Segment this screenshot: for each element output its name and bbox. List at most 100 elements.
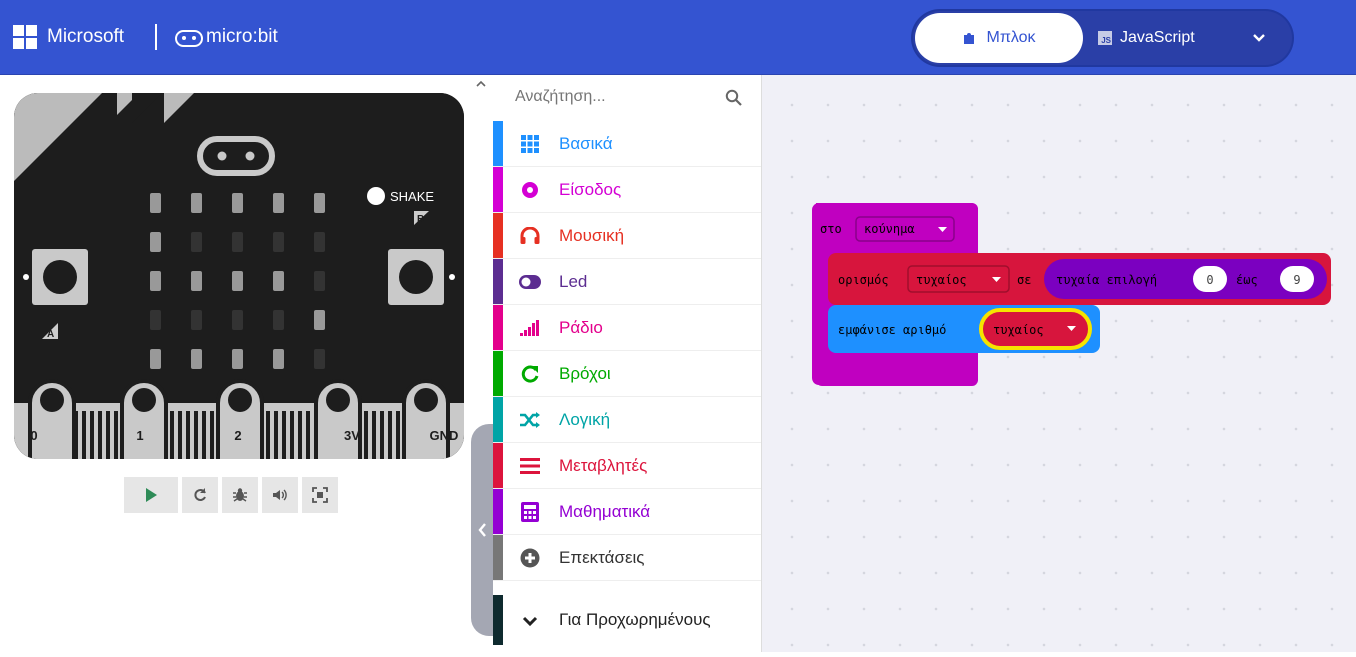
svg-text:έως: έως [1236,273,1258,287]
simulator-panel: SHAKE B A 0 1 2 3V GND [0,75,471,652]
category-input[interactable]: Είσοδος [493,167,761,213]
collapse-simulator-button[interactable] [471,424,493,636]
category-variables[interactable]: Μεταβλητές [493,443,761,489]
puzzle-icon [964,33,975,44]
category-label: Μουσική [559,226,625,245]
javascript-editor-button[interactable]: JS JavaScript [1098,13,1228,63]
fullscreen-icon [312,487,328,503]
advanced-toggle[interactable]: Για Προχωρημένους [493,595,761,645]
debug-button[interactable] [222,477,258,513]
play-button[interactable] [124,477,178,513]
category-loops[interactable]: Βρόχοι [493,351,761,397]
svg-text:κούνημα: κούνημα [864,222,915,236]
category-music[interactable]: Μουσική [493,213,761,259]
chevron-down-icon [519,610,541,632]
plus-icon [519,547,541,569]
javascript-label: JavaScript [1120,29,1195,46]
category-color-bar [493,535,503,580]
category-label: Led [559,272,588,291]
mute-button[interactable] [262,477,298,513]
search-icon[interactable] [725,89,743,107]
blocks-label: Μπλοκ [986,29,1036,46]
loop-icon [519,363,541,385]
blocks-editor-button[interactable]: Μπλοκ [915,13,1083,63]
svg-text:0: 0 [1206,273,1213,287]
variables-icon [519,455,541,477]
category-color-bar [493,489,503,534]
search-input[interactable] [513,87,717,107]
product-name[interactable]: micro:bit [206,26,278,48]
restart-icon [194,488,206,501]
headphones-icon [519,225,541,247]
svg-text:SHAKE: SHAKE [390,189,434,204]
microsoft-logo-icon [13,25,37,49]
category-radio[interactable]: Ράδιο [493,305,761,351]
block-canvas: στο κούνημα ορισμός τυχαίος σε τυχαία επ… [812,203,1331,386]
svg-text:1: 1 [136,428,143,443]
category-color-bar [493,305,503,350]
category-color-bar [493,397,503,442]
top-bar: Microsoft micro:bit Μπλοκ JS JavaScript [0,0,1356,75]
category-color-bar [493,259,503,304]
toggle-icon [519,271,541,293]
category-label: Βρόχοι [559,364,611,383]
category-math[interactable]: Μαθηματικά [493,489,761,535]
toolbox-search [493,75,761,120]
grid-icon [519,133,541,155]
shuffle-icon [519,409,541,431]
calculator-icon [519,501,541,523]
bug-icon [233,488,247,502]
category-basic[interactable]: Βασικά [493,121,761,167]
editor-dropdown-button[interactable] [1235,13,1283,63]
header-divider [155,24,157,50]
svg-text:σε: σε [1017,273,1031,287]
category-label: Βασικά [559,134,613,153]
chevron-left-icon [478,523,486,537]
category-color-bar [493,213,503,258]
category-logic[interactable]: Λογική [493,397,761,443]
category-color-bar [493,121,503,166]
board-graphic: SHAKE B A 0 1 2 3V GND [14,93,464,459]
category-extensions[interactable]: Επεκτάσεις [493,535,761,581]
random-block[interactable]: τυχαία επιλογή 0 έως 9 [1044,259,1327,299]
signal-icon [519,317,541,339]
category-color-bar [493,351,503,396]
category-color-bar [493,167,503,212]
microbit-logo-icon [175,30,203,47]
svg-text:τυχαία επιλογή: τυχαία επιλογή [1056,273,1157,287]
svg-text:στο: στο [820,222,842,236]
advanced-label: Για Προχωρημένους [559,610,711,629]
toolbox: Βασικά Είσοδος Μουσική Led Ράδιο Βρόχοι … [493,75,762,652]
category-label: Μαθηματικά [559,502,651,521]
input-icon [519,179,541,201]
chevron-down-icon [1253,34,1265,42]
microbit-board[interactable]: SHAKE B A 0 1 2 3V GND [14,93,464,459]
svg-text:τυχαίος: τυχαίος [916,273,967,287]
play-icon [146,488,157,502]
set-variable-block[interactable]: ορισμός τυχαίος σε τυχαία επιλογή 0 έως … [828,253,1331,305]
svg-text:0: 0 [30,428,37,443]
microsoft-brand: Microsoft [47,26,125,47]
block-workspace[interactable]: στο κούνημα ορισμός τυχαίος σε τυχαία επ… [762,75,1356,652]
scroll-up-icon[interactable] [476,76,486,90]
category-label: Επεκτάσεις [559,548,645,567]
simulator-controls [124,477,338,513]
editor-toggle: Μπλοκ JS JavaScript [913,11,1292,65]
restart-button[interactable] [182,477,218,513]
sound-icon [273,489,287,501]
svg-text:εμφάνισε αριθμό: εμφάνισε αριθμό [838,323,946,337]
category-label: Λογική [559,410,611,429]
svg-text:3V: 3V [344,428,360,443]
show-number-block[interactable]: εμφάνισε αριθμό τυχαίος [828,305,1100,353]
category-label: Ράδιο [559,318,603,337]
svg-text:2: 2 [234,428,241,443]
svg-text:A: A [47,329,54,340]
fullscreen-button[interactable] [302,477,338,513]
js-icon: JS [1098,31,1112,45]
svg-text:B: B [417,214,424,225]
category-led[interactable]: Led [493,259,761,305]
category-label: Είσοδος [559,180,622,199]
svg-text:ορισμός: ορισμός [838,273,889,287]
category-color-bar [493,595,503,645]
svg-text:9: 9 [1293,273,1300,287]
